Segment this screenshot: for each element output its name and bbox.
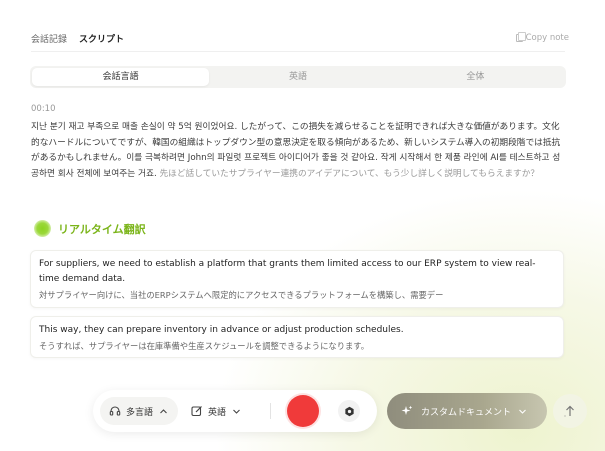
translation-card: This way, they can prepare inventory in … [30,316,564,358]
segment-conversation-language[interactable]: 会話言語 [32,68,210,86]
top-tab-bar: 会話記録 スクリプト Copy note [31,32,571,52]
divider [31,51,565,52]
chevron-up-icon [160,408,167,413]
gear-icon [344,406,354,416]
target-language-dropdown[interactable]: 英語 [191,397,251,425]
copy-icon [515,32,526,42]
segment-english[interactable]: 英語 [209,68,386,86]
recording-toolbar: 多言語 英語 [93,390,377,432]
upload-icon [564,405,574,417]
record-button[interactable] [287,395,319,427]
translation-english: For suppliers, we need to establish a pl… [39,259,536,284]
chevron-down-icon [233,409,240,414]
language-mode-dropdown[interactable]: 多言語 [100,397,178,425]
tab-script[interactable]: スクリプト [79,32,125,52]
chevron-down-icon [519,409,526,414]
language-segment-control: 会話言語 英語 全体 [30,66,566,88]
copy-note-button[interactable]: Copy note [515,32,569,43]
language-mode-label: 多言語 [126,407,154,418]
translation-japanese: 対サプライヤー向けに、当社のERPシステムへ限定的にアクセスできるプラットフォー… [39,290,444,300]
copy-note-label: Copy note [525,33,569,43]
custom-document-label: カスタムドキュメント [421,407,512,418]
toolbar-divider [270,403,271,419]
realtime-translation-heading: リアルタイム翻訳 [34,220,146,237]
tab-conversation-log[interactable]: 会話記録 [31,32,67,51]
custom-document-button[interactable]: カスタムドキュメント [387,393,547,429]
realtime-translation-label: リアルタイム翻訳 [58,222,146,236]
transcript-text: 지난 분기 재고 부족으로 매출 손실이 약 5억 원이었어요. したがって、こ… [31,120,567,182]
translation-japanese: そうすれば、サプライヤーは在庫準備や生産スケジュールを調整できるようになります。 [39,341,370,351]
timestamp: 00:10 [31,104,56,114]
translation-english: This way, they can prepare inventory in … [39,325,404,335]
segment-all[interactable]: 全体 [387,68,564,86]
edit-icon [191,406,202,417]
target-language-label: 英語 [208,407,227,418]
sparkle-icon [401,405,413,415]
live-indicator-icon [34,220,51,237]
upload-button[interactable] [553,394,587,428]
transcript-faded: 先ほど話していたサプライヤー連携のアイデアについて、もう少し詳しく説明してもらえ… [156,168,540,179]
translation-card: For suppliers, we need to establish a pl… [30,250,564,308]
headset-icon [109,406,121,416]
settings-button[interactable] [338,400,360,422]
